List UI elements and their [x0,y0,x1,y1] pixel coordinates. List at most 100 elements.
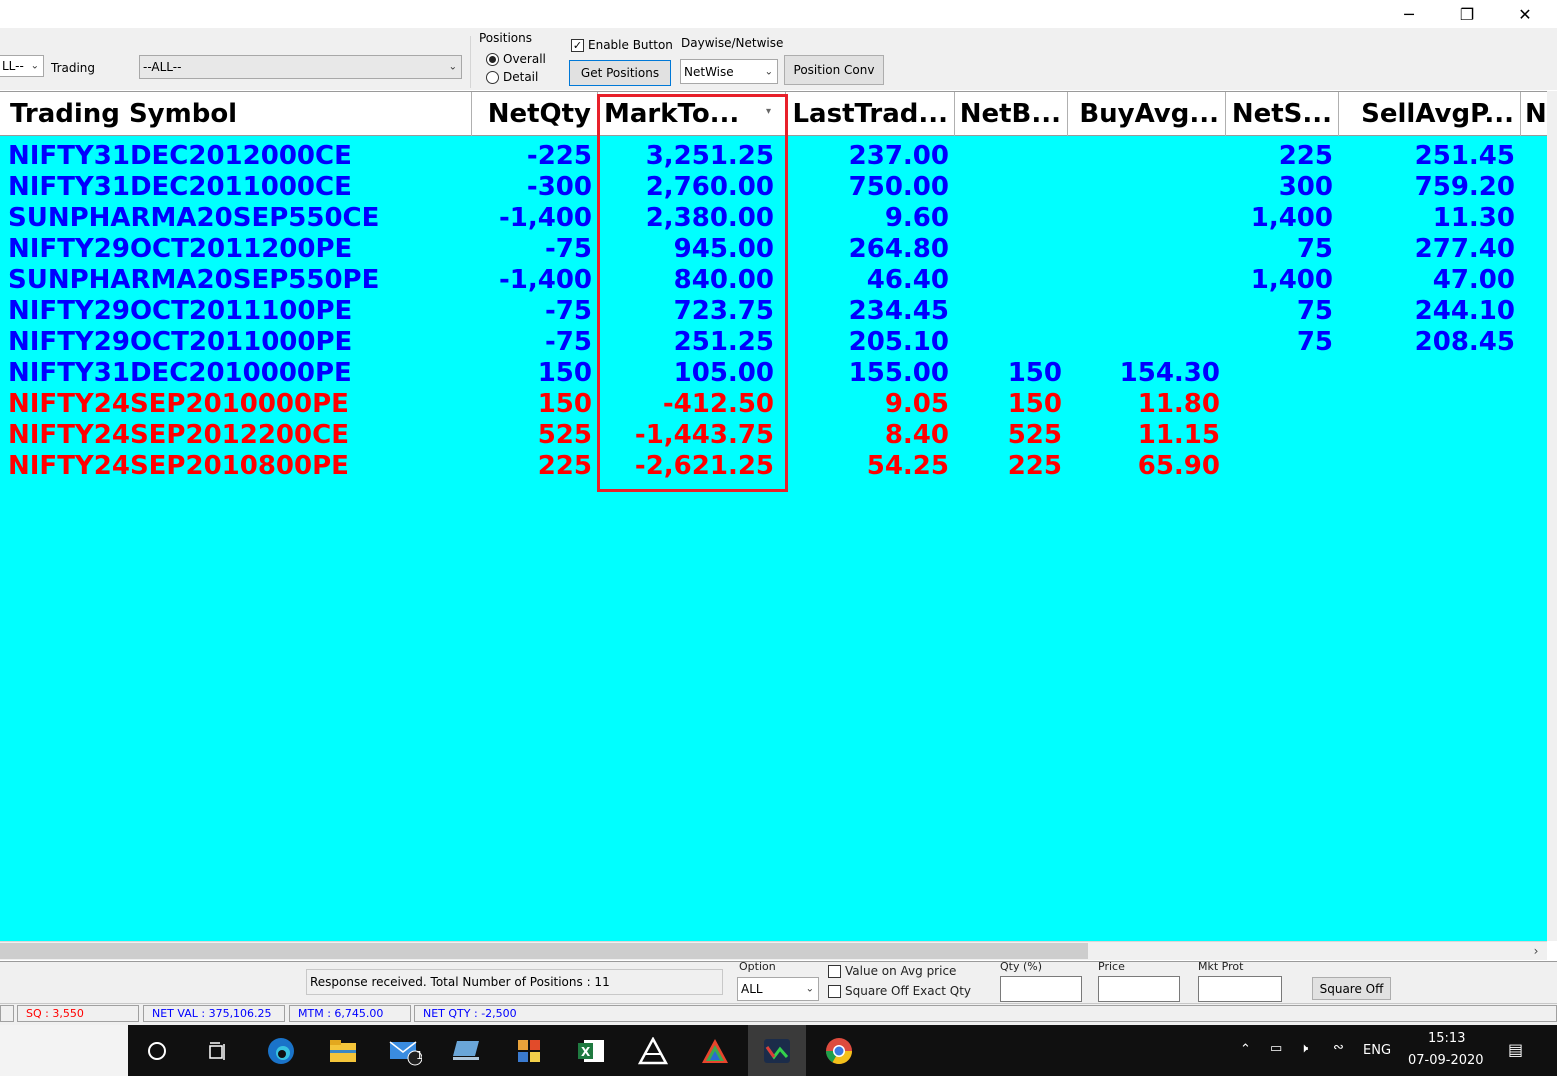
table-row[interactable]: NIFTY29OCT2011000PE -75 251.25 205.10 75 208.… [0,327,1547,358]
mkt-prot-input[interactable] [1198,976,1282,1002]
cell-last-traded: 155.00 [848,358,949,388]
cell-mtm: 2,380.00 [645,203,774,233]
netwise-combo[interactable]: NetWise ⌄ [680,59,778,84]
cell-net-buy [955,141,1068,172]
column-header-label: MarkTo... [604,99,740,129]
cell-sell-avg: 47.00 [1432,265,1515,295]
table-row[interactable]: NIFTY24SEP2010000PE 150 -412.50 9.05 150 11.8… [0,389,1547,420]
task-view-icon[interactable] [188,1025,246,1076]
square-off-button[interactable]: Square Off [1312,977,1391,1000]
positions-grid[interactable]: Trading Symbol NetQty MarkTo... ▾ LastTra… [0,91,1547,941]
cell-sell-avg: 759.20 [1414,172,1515,202]
language-indicator[interactable]: ENG [1363,1043,1391,1058]
wifi-icon[interactable]: ∾ [1333,1040,1344,1055]
column-header-netqty[interactable]: NetQty [472,92,598,136]
cell-netqty: -225 [526,141,592,171]
bottom-panel: Response received. Total Number of Posit… [0,960,1557,1025]
close-button[interactable]: ✕ [1502,0,1548,28]
cell-last-traded: 237.00 [848,141,949,171]
cell-buy-avg [1068,234,1226,265]
notifications-icon[interactable]: ▤ [1508,1040,1523,1059]
status-divider [0,1003,1557,1004]
table-row[interactable]: NIFTY29OCT2011200PE -75 945.00 264.80 75 277.… [0,234,1547,265]
horizontal-scrollbar[interactable]: › [0,941,1547,960]
table-row[interactable]: NIFTY31DEC2010000PE 150 105.00 155.00 150 154… [0,358,1547,389]
scroll-right-arrow-icon[interactable]: › [1527,942,1545,960]
table-row[interactable]: NIFTY31DEC2011000CE -300 2,760.00 750.00 300… [0,172,1547,203]
sort-dropdown-icon[interactable]: ▾ [766,106,771,117]
checkbox-empty-icon [828,964,841,978]
cell-netqty: -75 [545,296,592,326]
radio-overall[interactable]: Overall [486,52,546,66]
response-message: Response received. Total Number of Posit… [306,969,723,995]
column-header-mtm[interactable]: MarkTo... ▾ [598,92,786,136]
column-header-net-sell[interactable]: NetS... [1226,92,1339,136]
option-combo-value: ALL [741,982,763,996]
laptop-app-icon[interactable] [438,1025,496,1076]
cell-trading-symbol: NIFTY29OCT2011200PE [8,234,353,264]
table-row[interactable]: SUNPHARMA20SEP550CE -1,400 2,380.00 9.60 1,4… [0,203,1547,234]
chrome-icon[interactable] [810,1025,868,1076]
option-combo[interactable]: ALL ⌄ [737,977,819,1001]
prism-app-icon[interactable] [686,1025,744,1076]
table-row[interactable]: NIFTY24SEP2012200CE 525 -1,443.75 8.40 525 11… [0,420,1547,451]
cell-mtm: -412.50 [662,389,774,419]
chevron-down-icon: ⌄ [30,60,39,72]
table-row[interactable]: NIFTY24SEP2010800PE 225 -2,621.25 54.25 225 6… [0,451,1547,482]
volume-icon[interactable]: 🕨 [1300,1041,1308,1056]
cell-sell-avg [1339,389,1521,420]
enable-button-checkbox[interactable]: ✓ Enable Button [571,38,673,52]
cell-netqty: -300 [526,172,592,202]
status-mtm: MTM : 6,745.00 [289,1005,411,1022]
value-on-avg-checkbox[interactable]: Value on Avg price [828,964,956,978]
edge-icon[interactable] [252,1025,310,1076]
column-header-last-traded[interactable]: LastTrad... [786,92,955,136]
cell-mtm: -2,621.25 [634,451,774,481]
restore-button[interactable]: ❐ [1444,0,1490,28]
mail-icon[interactable]: 1 [376,1025,434,1076]
cell-buy-avg: 154.30 [1119,358,1220,388]
cortana-icon[interactable] [128,1025,186,1076]
chevron-down-icon: ⌄ [448,61,457,73]
column-header-buy-avg[interactable]: BuyAvg... [1068,92,1226,136]
square-off-exact-checkbox[interactable]: Square Off Exact Qty [828,984,971,998]
horizontal-scroll-thumb[interactable] [0,943,1088,959]
trading-app-icon[interactable] [748,1025,806,1076]
cell-net-sell: 75 [1296,234,1333,264]
enable-button-label: Enable Button [588,38,673,52]
position-conv-button[interactable]: Position Conv [784,55,884,85]
column-header-n[interactable]: N [1521,92,1547,136]
trading-combo[interactable]: --ALL-- ⌄ [139,55,462,79]
file-explorer-icon[interactable] [314,1025,372,1076]
status-sq: SQ : 3,550 [17,1005,139,1022]
clock-time[interactable]: 15:13 [1428,1031,1465,1046]
column-header-sell-avg[interactable]: SellAvgP... [1339,92,1521,136]
cell-net-sell: 1,400 [1250,203,1333,233]
table-row[interactable]: NIFTY29OCT2011100PE -75 723.75 234.45 75 244.… [0,296,1547,327]
cell-buy-avg [1068,172,1226,203]
column-header-label: SellAvgP... [1361,99,1514,129]
excel-icon[interactable]: X [562,1025,620,1076]
cell-net-sell [1226,420,1339,451]
show-hidden-icons-icon[interactable]: ⌃ [1240,1042,1251,1057]
office-app-icon[interactable] [500,1025,558,1076]
qty-input[interactable] [1000,976,1082,1002]
column-header-trading-symbol[interactable]: Trading Symbol [0,92,472,136]
minimize-button[interactable]: ─ [1386,0,1432,28]
table-row[interactable]: SUNPHARMA20SEP550PE -1,400 840.00 46.40 1,40… [0,265,1547,296]
get-positions-button[interactable]: Get Positions [569,60,671,86]
battery-icon[interactable]: ▭ [1270,1041,1282,1056]
cell-net-sell: 225 [1278,141,1333,171]
price-input[interactable] [1098,976,1180,1002]
cell-mtm: 840.00 [673,265,774,295]
column-header-label: Trading Symbol [10,99,238,129]
cell-last-traded: 8.40 [884,420,949,450]
triangle-app-icon[interactable] [624,1025,682,1076]
clock-date[interactable]: 07-09-2020 [1408,1053,1484,1068]
exchange-combo[interactable]: LL-- ⌄ [0,55,44,77]
table-row[interactable]: NIFTY31DEC2012000CE -225 3,251.25 237.00 225… [0,141,1547,172]
cell-last-traded: 234.45 [848,296,949,326]
column-header-net-buy[interactable]: NetB... [955,92,1068,136]
radio-detail[interactable]: Detail [486,70,538,84]
cell-sell-avg: 11.30 [1432,203,1515,233]
